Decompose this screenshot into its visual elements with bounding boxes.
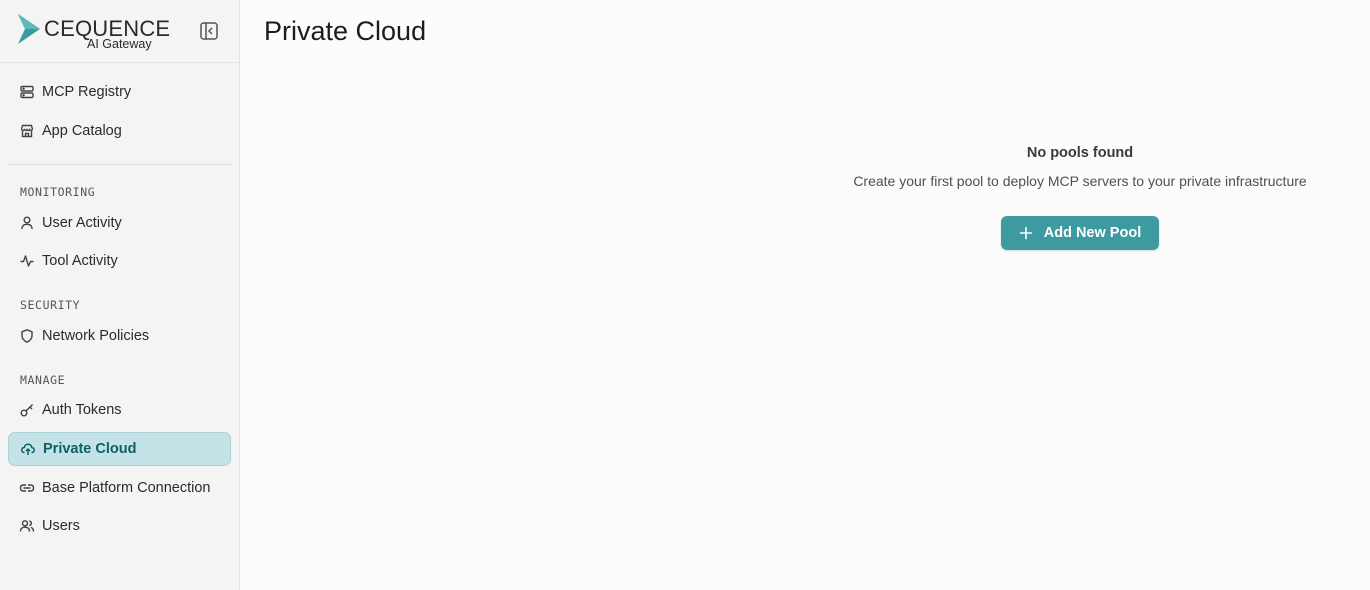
cequence-logo-icon [18,14,40,44]
sidebar-item-label: Private Cloud [43,441,137,457]
activity-icon [19,253,35,269]
empty-state-title: No pools found [1026,145,1134,161]
section-title-security: SECURITY [20,298,81,312]
sidebar-item-label: MCP Registry [42,84,132,100]
sidebar-item-label: Tool Activity [42,253,118,269]
add-new-pool-label: Add New Pool [1043,225,1142,241]
store-icon [19,123,35,139]
sidebar-item-mcp-registry[interactable]: MCP Registry [8,75,231,109]
sidebar-item-network-policies[interactable]: Network Policies [8,319,231,353]
sidebar-item-label: App Catalog [42,123,122,139]
section-title-manage: MANAGE [20,373,66,387]
cloud-upload-icon [20,441,36,457]
server-icon [19,84,35,100]
sidebar-item-auth-tokens[interactable]: Auth Tokens [8,393,231,427]
sidebar-item-base-platform-connection[interactable]: Base Platform Connection [8,471,231,505]
sidebar-item-label: User Activity [42,215,122,231]
page-title: Private Cloud [264,16,427,46]
link-icon [19,480,35,496]
sidebar: CEQUENCE AI Gateway MCP Registry App Cat… [0,0,240,590]
sidebar-item-users[interactable]: Users [8,509,231,543]
brand-subtitle: AI Gateway [87,37,152,51]
users-icon [19,518,35,534]
sidebar-item-label: Auth Tokens [42,402,122,418]
section-title-monitoring: MONITORING [20,185,96,199]
sidebar-item-label: Users [42,518,80,534]
shield-icon [19,328,35,344]
brand-header: CEQUENCE AI Gateway [0,0,239,63]
sidebar-item-app-catalog[interactable]: App Catalog [8,114,231,148]
add-new-pool-button[interactable]: Add New Pool [1001,216,1159,250]
sidebar-item-label: Network Policies [42,328,150,344]
sidebar-item-tool-activity[interactable]: Tool Activity [8,244,231,278]
key-icon [19,402,35,418]
collapse-sidebar-icon[interactable] [199,21,219,41]
sidebar-divider [8,164,231,165]
sidebar-item-label: Base Platform Connection [42,480,211,496]
user-icon [19,215,35,231]
sidebar-item-user-activity[interactable]: User Activity [8,206,231,240]
sidebar-item-private-cloud[interactable]: Private Cloud [8,432,231,466]
plus-icon [1019,226,1033,240]
empty-state-message: Create your first pool to deploy MCP ser… [853,173,1307,189]
